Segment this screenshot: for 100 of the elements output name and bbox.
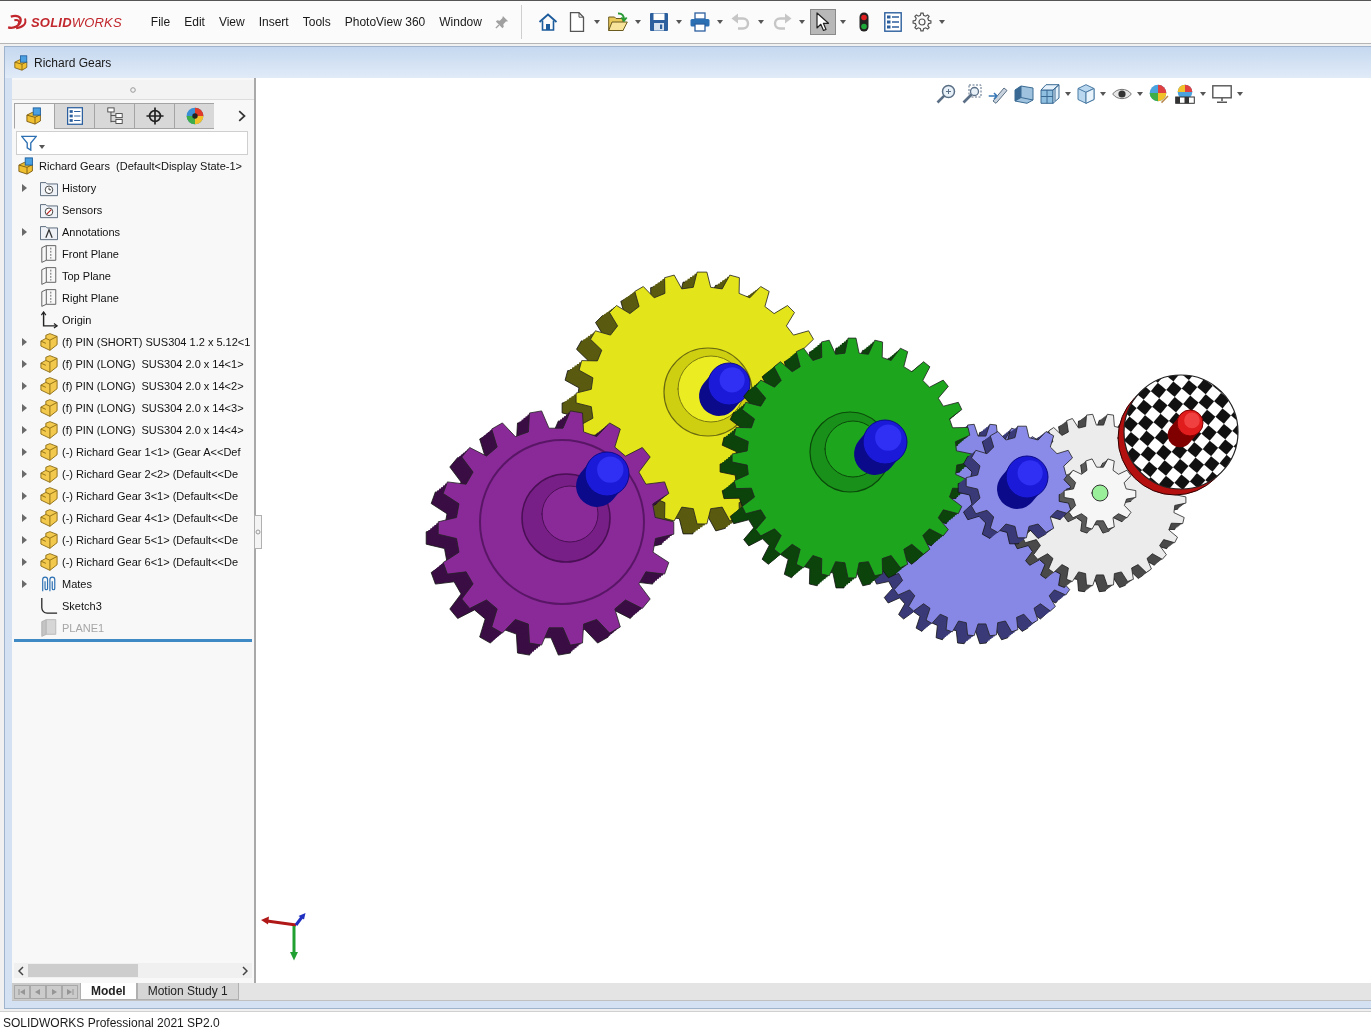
dimxpert-tab[interactable]: [134, 103, 174, 129]
dashed-magnifier-icon[interactable]: [962, 84, 982, 104]
axis-triad-icon: [260, 912, 306, 961]
scroll-left-icon[interactable]: [18, 965, 24, 976]
tree-item[interactable]: (-) Richard Gear 5<1> (Default<<De: [62, 534, 239, 546]
property-tab[interactable]: [54, 103, 94, 129]
plane-icon: [40, 619, 58, 637]
display-tab[interactable]: [174, 103, 214, 129]
expand-triangle-icon[interactable]: [22, 404, 27, 412]
menu-item[interactable]: Tools: [295, 12, 338, 32]
part-block-icon: [40, 531, 58, 549]
menu-item[interactable]: File: [143, 12, 178, 32]
caret-icon[interactable]: [675, 20, 682, 24]
feature-tree-tab[interactable]: [14, 103, 54, 129]
expand-triangle-icon[interactable]: [22, 360, 27, 368]
folder-arrow-icon: [607, 12, 628, 32]
tab[interactable]: Motion Study 1: [136, 983, 239, 1000]
horizontal-scrollbar[interactable]: [14, 963, 252, 978]
expand-triangle-icon[interactable]: [22, 426, 27, 434]
caret-icon[interactable]: [1065, 92, 1071, 96]
caret-icon[interactable]: [39, 145, 45, 149]
part-block-icon: [40, 333, 58, 351]
caret-icon[interactable]: [1200, 92, 1206, 96]
tree-item[interactable]: (f) PIN (LONG) SUS304 2.0 x 14<2>: [62, 380, 244, 392]
section-cube-icon[interactable]: [1014, 84, 1034, 104]
annotation-folder-icon: [40, 223, 58, 241]
app-logo-text: SOLIDWORKS: [31, 14, 122, 30]
property-list-icon: [65, 107, 84, 125]
cube-grid-icon[interactable]: [1040, 84, 1060, 104]
part-block-icon: [40, 355, 58, 373]
tree-item[interactable]: Top Plane: [62, 270, 111, 282]
menu-item[interactable]: PhotoView 360: [337, 12, 433, 32]
expand-triangle-icon[interactable]: [22, 228, 27, 236]
caret-icon[interactable]: [938, 20, 945, 24]
tree-item[interactable]: Right Plane: [62, 292, 119, 304]
tree-item[interactable]: (-) Richard Gear 3<1> (Default<<De: [62, 490, 239, 502]
tree-item[interactable]: Front Plane: [62, 248, 119, 260]
redo-arrow-icon: [771, 12, 792, 32]
menu-item[interactable]: View: [211, 12, 252, 32]
scroll-right-icon[interactable]: [242, 965, 248, 976]
expand-triangle-icon[interactable]: [22, 470, 27, 478]
configuration-tab[interactable]: [94, 103, 134, 129]
caret-icon[interactable]: [593, 20, 600, 24]
expand-triangle-icon[interactable]: [22, 492, 27, 500]
tree-item[interactable]: Sketch3: [62, 600, 102, 612]
part-block-icon: [40, 509, 58, 527]
tree-item[interactable]: (f) PIN (SHORT) SUS304 1.2 x 5.12<1: [62, 336, 251, 348]
tree-item[interactable]: (f) PIN (LONG) SUS304 2.0 x 14<4>: [62, 424, 244, 436]
gear-icon: [911, 12, 932, 32]
tree-item[interactable]: (f) PIN (LONG) SUS304 2.0 x 14<3>: [62, 402, 244, 414]
part-block-icon: [40, 487, 58, 505]
eye-icon[interactable]: [1112, 87, 1132, 101]
caret-icon[interactable]: [1137, 92, 1143, 96]
traffic-light-icon: [858, 12, 869, 32]
filter-field[interactable]: [16, 131, 248, 155]
color-sphere-checker-icon[interactable]: [1175, 84, 1195, 104]
plane-icon: [40, 267, 58, 285]
caret-icon[interactable]: [634, 20, 641, 24]
caret-icon[interactable]: [1100, 92, 1106, 96]
chevron-right-icon[interactable]: [238, 110, 246, 122]
assembly-icon: [14, 54, 30, 71]
expand-triangle-icon[interactable]: [22, 558, 27, 566]
expand-triangle-icon[interactable]: [22, 448, 27, 456]
expand-triangle-icon[interactable]: [22, 536, 27, 544]
tree-item[interactable]: Origin: [62, 314, 92, 326]
select-button[interactable]: [809, 9, 836, 35]
expand-triangle-icon[interactable]: [22, 184, 27, 192]
tree-item[interactable]: (-) Richard Gear 1<1> (Gear A<<Def: [62, 446, 241, 458]
monitor-icon[interactable]: [1212, 85, 1232, 103]
tree-item[interactable]: Annotations: [62, 226, 121, 238]
caret-icon[interactable]: [839, 20, 846, 24]
tree-item[interactable]: Sensors: [62, 204, 103, 216]
origin-axes-icon: [40, 311, 58, 329]
tree-item[interactable]: (f) PIN (LONG) SUS304 2.0 x 14<1>: [62, 358, 244, 370]
caret-icon[interactable]: [716, 20, 723, 24]
scrollbar-thumb[interactable]: [28, 964, 138, 977]
tree-item[interactable]: (-) Richard Gear 4<1> (Default<<De: [62, 512, 239, 524]
splitter-handle-icon[interactable]: [130, 86, 136, 93]
expand-triangle-icon[interactable]: [22, 514, 27, 522]
menu-item[interactable]: Window: [432, 12, 489, 32]
tree-item[interactable]: (-) Richard Gear 2<2> (Default<<De: [62, 468, 239, 480]
menu-item[interactable]: Edit: [177, 12, 212, 32]
color-sphere-pencil-icon[interactable]: [1149, 84, 1169, 104]
tree-item[interactable]: Mates: [62, 578, 92, 590]
filter-icon[interactable]: [21, 135, 37, 151]
paperclip-icon: [40, 575, 58, 593]
part-block-icon: [40, 553, 58, 571]
cube-icon[interactable]: [1077, 84, 1095, 104]
splitter-handle-icon[interactable]: [254, 515, 262, 549]
magnifier-icon[interactable]: [936, 84, 956, 104]
plane-icon: [40, 245, 58, 263]
tree-item[interactable]: Richard Gears (Default<Display State-1>: [39, 160, 242, 172]
caret-icon[interactable]: [1237, 92, 1243, 96]
tree-item[interactable]: (-) Richard Gear 6<1> (Default<<De: [62, 556, 239, 568]
expand-triangle-icon[interactable]: [22, 580, 27, 588]
tree-item[interactable]: History: [62, 182, 97, 194]
expand-triangle-icon[interactable]: [22, 382, 27, 390]
tab[interactable]: Model: [80, 983, 137, 1000]
expand-triangle-icon[interactable]: [22, 338, 27, 346]
menu-item[interactable]: Insert: [251, 12, 296, 32]
